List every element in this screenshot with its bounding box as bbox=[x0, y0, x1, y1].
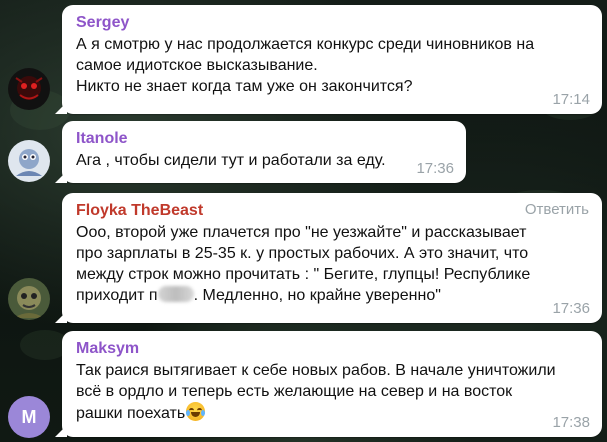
sender-name[interactable]: Sergey bbox=[76, 13, 588, 33]
sender-name[interactable]: Itanole bbox=[76, 129, 452, 149]
message-bubble[interactable]: Sergey А я смотрю у нас продолжается кон… bbox=[55, 5, 602, 114]
sender-name[interactable]: Maksym bbox=[76, 339, 588, 359]
bubble-tail bbox=[55, 311, 67, 323]
sender-name[interactable]: Floyka TheBeast bbox=[76, 201, 588, 221]
message-text: А я смотрю у нас продолжается конкурс ср… bbox=[76, 36, 535, 95]
message-text: Так раися вытягивает к себе новых рабов.… bbox=[76, 362, 556, 422]
reply-button[interactable]: Ответить bbox=[525, 201, 589, 218]
bubble-tail bbox=[55, 102, 67, 114]
spoiler-blur[interactable] bbox=[157, 286, 194, 302]
avatar-sergey[interactable] bbox=[8, 68, 50, 110]
avatar-letter: M bbox=[21, 406, 37, 427]
message-text: Ага , чтобы сидели тут и работали за еду… bbox=[76, 152, 386, 169]
bubble-tail bbox=[55, 425, 67, 437]
bubble-tail bbox=[55, 171, 67, 183]
message-bubble[interactable]: Maksym Так раися вытягивает к себе новых… bbox=[55, 331, 602, 437]
laughing-tears-emoji-icon bbox=[186, 402, 206, 421]
avatar-maksym[interactable]: M bbox=[8, 396, 50, 438]
message-text: Ооо, второй уже плачется про "не уезжайт… bbox=[76, 224, 531, 304]
avatar-floyka[interactable] bbox=[8, 278, 50, 320]
message-bubble[interactable]: Itanole Ага , чтобы сидели тут и работал… bbox=[55, 121, 466, 183]
message-time: 17:14 bbox=[552, 91, 590, 108]
message-bubble[interactable]: Floyka TheBeast Ответить Ооо, второй уже… bbox=[55, 193, 602, 323]
message-time: 17:36 bbox=[416, 160, 454, 177]
message-time: 17:36 bbox=[552, 300, 590, 317]
avatar-itanole[interactable] bbox=[8, 140, 50, 182]
message-time: 17:38 bbox=[552, 414, 590, 431]
